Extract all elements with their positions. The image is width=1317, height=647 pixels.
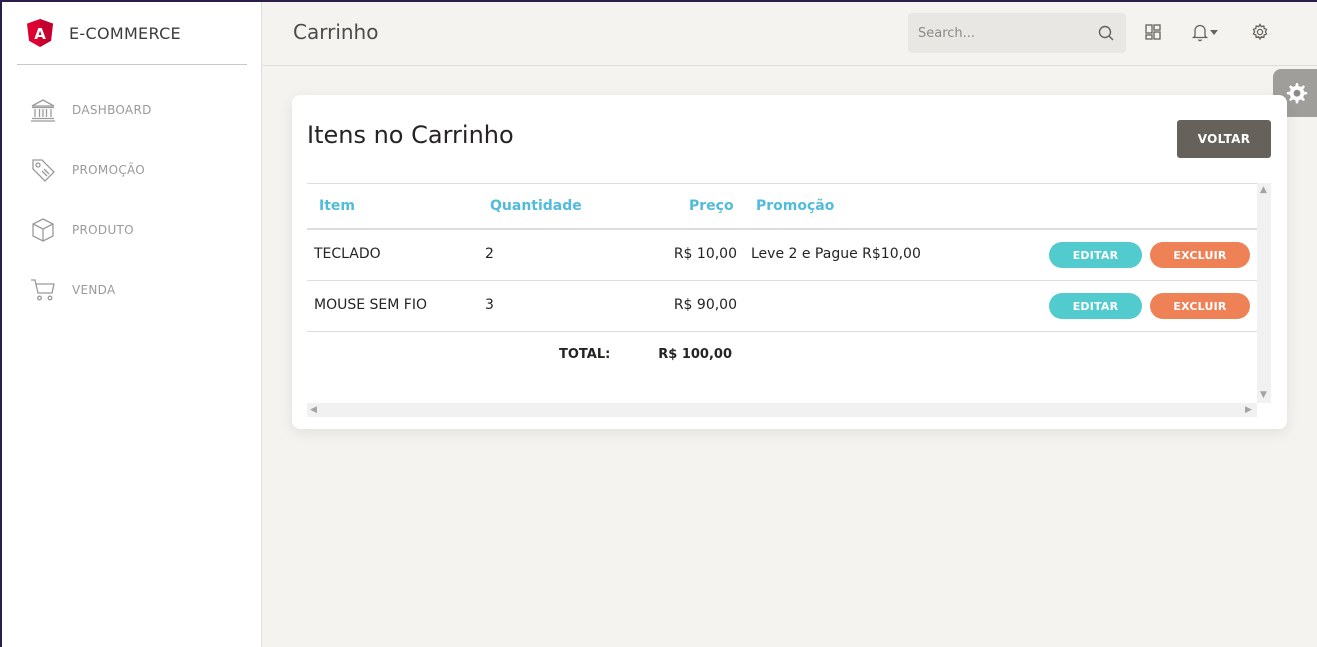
sidebar-item-produto[interactable]: PRODUTO bbox=[30, 215, 134, 245]
caret-down-icon bbox=[1210, 30, 1218, 35]
scroll-down-arrow-icon[interactable]: ▼ bbox=[1260, 390, 1267, 400]
cell-promotion: Leve 2 e Pague R$10,00 bbox=[751, 246, 921, 262]
delete-button[interactable]: EXCLUIR bbox=[1150, 242, 1250, 268]
card-title: Itens no Carrinho bbox=[307, 121, 514, 149]
total-row: TOTAL: R$ 100,00 bbox=[307, 333, 1257, 373]
delete-button[interactable]: EXCLUIR bbox=[1150, 293, 1250, 319]
sidebar-item-dashboard[interactable]: DASHBOARD bbox=[30, 95, 152, 125]
page-title: Carrinho bbox=[293, 20, 379, 44]
column-header-item: Item bbox=[319, 198, 355, 214]
scroll-left-arrow-icon[interactable]: ◀ bbox=[310, 405, 317, 415]
scroll-right-arrow-icon[interactable]: ▶ bbox=[1245, 405, 1252, 415]
table-row: TECLADO 2 R$ 10,00 Leve 2 e Pague R$10,0… bbox=[307, 230, 1257, 281]
brand[interactable]: A E-COMMERCE bbox=[17, 2, 247, 65]
tag-icon bbox=[32, 159, 55, 182]
angular-logo-icon: A bbox=[27, 19, 53, 47]
cell-item: TECLADO bbox=[314, 246, 381, 262]
total-value: R$ 100,00 bbox=[658, 347, 732, 362]
sidebar-item-venda[interactable]: VENDA bbox=[30, 275, 116, 305]
cart-icon bbox=[31, 279, 55, 301]
sidebar: A E-COMMERCE DASHBOARD PROMOÇÃO PRODUTO bbox=[2, 2, 262, 647]
edit-button[interactable]: EDITAR bbox=[1049, 293, 1142, 319]
sidebar-item-label: VENDA bbox=[72, 283, 116, 297]
column-header-quantity: Quantidade bbox=[490, 198, 582, 214]
cart-card: Itens no Carrinho VOLTAR Item Quantidade… bbox=[292, 95, 1287, 429]
search-box bbox=[908, 13, 1126, 53]
back-button[interactable]: VOLTAR bbox=[1177, 120, 1271, 158]
gear-icon[interactable] bbox=[1250, 22, 1270, 42]
bell-icon bbox=[1191, 24, 1209, 42]
table-row: MOUSE SEM FIO 3 R$ 90,00 EDITAR EXCLUIR bbox=[307, 281, 1257, 332]
column-header-price: Preço bbox=[689, 198, 734, 214]
total-label: TOTAL: bbox=[559, 347, 611, 362]
vertical-scrollbar[interactable]: ▲ ▼ bbox=[1257, 183, 1271, 403]
search-icon[interactable] bbox=[1097, 24, 1115, 42]
brand-name: E-COMMERCE bbox=[69, 23, 181, 43]
cell-price: R$ 90,00 bbox=[673, 297, 737, 313]
notifications-dropdown[interactable] bbox=[1191, 22, 1219, 42]
box-icon bbox=[32, 218, 54, 242]
brand-logo-letter: A bbox=[34, 25, 46, 43]
sidebar-item-promocao[interactable]: PROMOÇÃO bbox=[30, 155, 145, 185]
horizontal-scrollbar[interactable]: ◀ ▶ bbox=[307, 403, 1257, 417]
cell-item: MOUSE SEM FIO bbox=[314, 297, 427, 313]
sidebar-item-label: PROMOÇÃO bbox=[72, 163, 146, 177]
cart-table: Item Quantidade Preço Promoção TECLADO 2… bbox=[307, 183, 1257, 403]
edit-button[interactable]: EDITAR bbox=[1049, 242, 1142, 268]
table-header-row: Item Quantidade Preço Promoção bbox=[307, 183, 1257, 230]
cell-quantity: 2 bbox=[485, 246, 494, 262]
column-header-promotion: Promoção bbox=[756, 198, 835, 214]
cell-price: R$ 10,00 bbox=[673, 246, 737, 262]
table-scroll-container[interactable]: Item Quantidade Preço Promoção TECLADO 2… bbox=[307, 183, 1271, 417]
sidebar-item-label: DASHBOARD bbox=[72, 103, 152, 117]
search-input[interactable] bbox=[908, 13, 1088, 53]
scroll-up-arrow-icon[interactable]: ▲ bbox=[1260, 185, 1267, 195]
layout-grid-icon[interactable] bbox=[1143, 22, 1163, 42]
cell-quantity: 3 bbox=[485, 297, 494, 313]
sidebar-item-label: PRODUTO bbox=[72, 223, 134, 237]
bank-icon bbox=[31, 99, 55, 122]
top-navbar: Carrinho bbox=[263, 2, 1317, 66]
